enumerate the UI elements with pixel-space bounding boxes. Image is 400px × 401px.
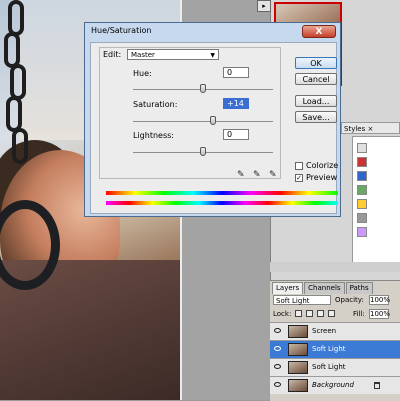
layers-panel-tabs: Layers Channels Paths [272,282,373,294]
chevron-down-icon: ▼ [210,52,215,59]
saturation-field[interactable]: +14 [223,98,249,109]
tab-paths[interactable]: Paths [345,282,373,294]
hue-label: Hue: [133,69,152,78]
save-button[interactable]: Save... [295,111,337,123]
hue-saturation-dialog: Hue/Saturation X Edit: Master ▼ Hue: 0 S… [84,22,341,217]
tab-channels[interactable]: Channels [304,282,345,294]
input-color-bar [106,191,338,195]
eyedropper-icon[interactable]: ✎ [237,170,247,180]
eyedropper-plus-icon[interactable]: ✎ [253,170,263,180]
preview-checkbox[interactable]: ✓ [295,174,303,182]
saturation-slider-thumb[interactable] [209,116,216,125]
load-button[interactable]: Load... [295,95,337,107]
output-color-bar [106,201,338,205]
hue-field[interactable]: 0 [223,67,249,78]
style-swatch[interactable] [357,185,367,195]
styles-swatch-grid[interactable] [352,136,400,264]
colorize-label: Colorize [306,161,339,170]
style-swatch[interactable] [357,227,367,237]
layer-name: Soft Light [312,363,346,371]
lightness-label: Lightness: [133,131,174,140]
visibility-eye-icon[interactable] [274,364,281,369]
opacity-label: Opacity: [335,296,364,304]
fill-label: Fill: [353,310,365,318]
layer-row-background[interactable]: Background [270,376,400,394]
edit-channel-select[interactable]: Master ▼ [127,49,219,60]
layer-thumbnail [288,361,308,374]
tab-layers[interactable]: Layers [272,282,304,294]
lightness-slider-thumb[interactable] [200,147,206,156]
navigator-button[interactable]: ▸ [257,0,271,12]
layer-thumbnail [288,379,308,392]
visibility-eye-icon[interactable] [274,382,281,387]
swing-chain-link [8,0,24,36]
layer-thumbnail [288,325,308,338]
swing-chain-link [4,32,20,68]
lightness-field[interactable]: 0 [223,129,249,140]
styles-tab-label: Styles [344,125,366,133]
blend-mode-select[interactable]: Soft Light [273,295,331,305]
adjustment-group [99,47,281,179]
lock-label: Lock: [273,310,292,318]
visibility-eye-icon[interactable] [274,328,281,333]
close-button[interactable]: X [302,25,336,38]
lock-transparent-checkbox[interactable] [295,310,302,317]
layer-row-screen[interactable]: Screen [270,322,400,340]
style-swatch[interactable] [357,171,367,181]
edit-label: Edit: [103,50,122,59]
fill-field[interactable]: 100% [369,309,390,319]
swing-chain-link [10,64,26,100]
layer-name: Soft Light [312,345,346,353]
saturation-slider-track[interactable] [133,121,273,122]
layer-lock-icon [374,382,380,389]
layers-panel: Layers Channels Paths Soft Light Opacity… [270,280,400,401]
swing-chain-link [6,96,22,132]
opacity-field[interactable]: 100% [369,295,390,305]
style-swatch[interactable] [357,143,367,153]
style-swatch[interactable] [357,157,367,167]
swing-chain-link [12,128,28,164]
layer-name: Screen [312,327,337,335]
colorize-checkbox[interactable] [295,162,303,170]
lock-position-checkbox[interactable] [317,310,324,317]
style-swatch[interactable] [357,213,367,223]
layer-row-soft-light[interactable]: Soft Light [270,358,400,376]
cancel-button[interactable]: Cancel [295,73,337,85]
visibility-eye-icon[interactable] [274,346,281,351]
lock-all-checkbox[interactable] [328,310,335,317]
preview-label: Preview [306,173,338,182]
edit-channel-value: Master [131,51,155,59]
layer-thumbnail [288,343,308,356]
layer-row-soft-light-selected[interactable]: Soft Light [270,340,400,358]
close-icon: X [315,27,323,37]
eyedropper-minus-icon[interactable]: ✎ [269,170,279,180]
layer-name: Background [312,381,354,389]
styles-panel-footer [270,262,400,272]
ok-button[interactable]: OK [295,57,337,69]
dialog-title: Hue/Saturation [91,26,152,35]
hue-slider-thumb[interactable] [200,84,206,93]
lock-image-checkbox[interactable] [306,310,313,317]
dialog-body: Edit: Master ▼ Hue: 0 Saturation: +14 Li… [90,42,339,214]
style-swatch[interactable] [357,199,367,209]
styles-panel-tab[interactable]: Styles × [341,122,400,134]
saturation-label: Saturation: [133,100,178,109]
